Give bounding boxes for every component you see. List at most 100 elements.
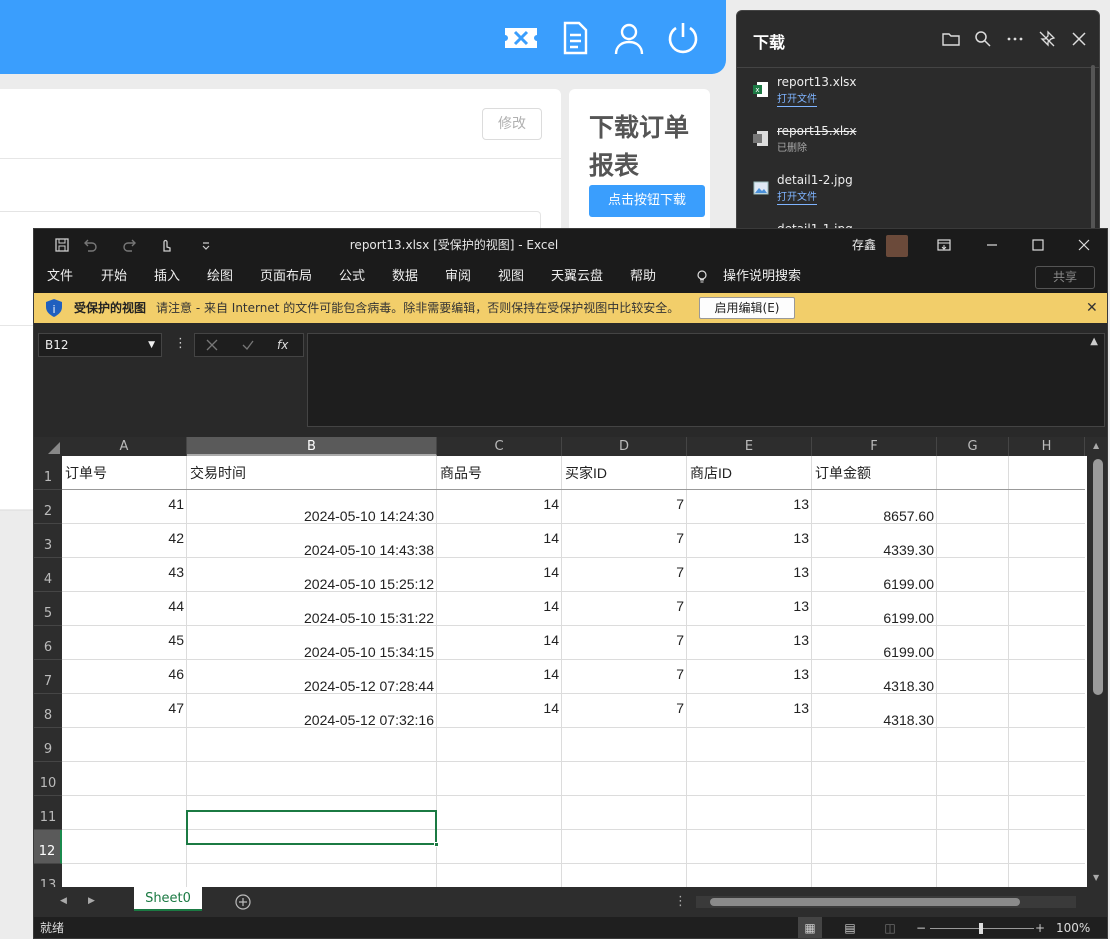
- zoom-out-icon[interactable]: −: [916, 917, 926, 938]
- table-cell[interactable]: 2024-05-10 15:31:22: [187, 592, 437, 626]
- tab-home[interactable]: 开始: [101, 261, 127, 293]
- table-cell[interactable]: 2024-05-10 15:34:15: [187, 626, 437, 660]
- row-header[interactable]: 9: [34, 728, 62, 762]
- open-file-link[interactable]: 打开文件: [777, 93, 817, 107]
- header-cell[interactable]: 订单金额: [812, 456, 937, 490]
- table-cell[interactable]: 2024-05-12 07:28:44: [187, 660, 437, 694]
- table-cell[interactable]: 43: [62, 558, 187, 592]
- table-cell[interactable]: 2024-05-10 14:24:30: [187, 490, 437, 524]
- active-cell[interactable]: [186, 810, 437, 845]
- scrollbar[interactable]: [1091, 65, 1095, 235]
- table-cell[interactable]: 46: [62, 660, 187, 694]
- table-cell[interactable]: 13: [687, 490, 812, 524]
- row-header[interactable]: 8: [34, 694, 62, 728]
- table-cell[interactable]: 7: [562, 592, 687, 626]
- table-cell[interactable]: 4318.30: [812, 694, 937, 728]
- share-button[interactable]: 共享: [1035, 266, 1095, 289]
- ticket-icon[interactable]: [503, 20, 539, 56]
- zoom-slider-thumb[interactable]: [979, 923, 983, 934]
- row-header[interactable]: 10: [34, 762, 62, 796]
- table-cell[interactable]: 13: [687, 694, 812, 728]
- maximize-icon[interactable]: [1030, 237, 1046, 253]
- table-cell[interactable]: 13: [687, 626, 812, 660]
- table-cell[interactable]: 7: [562, 626, 687, 660]
- row-header[interactable]: 11: [34, 796, 62, 830]
- table-cell[interactable]: 14: [437, 660, 562, 694]
- open-file-link[interactable]: 打开文件: [777, 191, 817, 205]
- download-item[interactable]: report15.xlsx 已删除: [753, 122, 1083, 166]
- close-icon[interactable]: [1069, 29, 1089, 49]
- folder-icon[interactable]: [941, 29, 961, 49]
- table-cell[interactable]: 41: [62, 490, 187, 524]
- scroll-down-icon[interactable]: ▼: [1093, 873, 1099, 882]
- more-icon[interactable]: [1005, 29, 1025, 49]
- document-icon[interactable]: [557, 20, 593, 56]
- table-cell[interactable]: 2024-05-12 07:32:16: [187, 694, 437, 728]
- column-header[interactable]: E: [687, 437, 812, 456]
- check-icon[interactable]: [241, 338, 255, 352]
- tab-page-layout[interactable]: 页面布局: [260, 261, 312, 293]
- scroll-thumb[interactable]: [1093, 459, 1103, 695]
- header-cell[interactable]: 商店ID: [687, 456, 812, 490]
- scroll-up-icon[interactable]: ▲: [1093, 441, 1099, 450]
- tab-review[interactable]: 审阅: [445, 261, 471, 293]
- table-cell[interactable]: 47: [62, 694, 187, 728]
- normal-view-icon[interactable]: ▦: [798, 917, 822, 938]
- column-header[interactable]: F: [812, 437, 937, 456]
- zoom-in-icon[interactable]: +: [1035, 917, 1045, 938]
- table-cell[interactable]: 6199.00: [812, 592, 937, 626]
- tab-file[interactable]: 文件: [47, 261, 73, 293]
- table-cell[interactable]: 14: [437, 626, 562, 660]
- tab-insert[interactable]: 插入: [154, 261, 180, 293]
- next-sheet-icon[interactable]: ▶: [88, 887, 95, 915]
- table-cell[interactable]: 7: [562, 490, 687, 524]
- table-cell[interactable]: 6199.00: [812, 626, 937, 660]
- tab-data[interactable]: 数据: [392, 261, 418, 293]
- sheet-tab[interactable]: Sheet0: [134, 887, 202, 911]
- table-cell[interactable]: 14: [437, 490, 562, 524]
- row-header[interactable]: 3: [34, 524, 62, 558]
- scroll-thumb[interactable]: [710, 898, 1020, 906]
- column-header[interactable]: G: [937, 437, 1009, 456]
- table-cell[interactable]: 4339.30: [812, 524, 937, 558]
- enable-editing-button[interactable]: 启用编辑(E): [699, 297, 795, 319]
- table-cell[interactable]: 7: [562, 524, 687, 558]
- table-cell[interactable]: 14: [437, 592, 562, 626]
- table-cell[interactable]: 8657.60: [812, 490, 937, 524]
- download-button[interactable]: 点击按钮下载: [589, 185, 705, 217]
- column-header[interactable]: B: [187, 437, 437, 456]
- row-header[interactable]: 12: [34, 830, 62, 864]
- header-cell[interactable]: 商品号: [437, 456, 562, 490]
- table-cell[interactable]: 13: [687, 660, 812, 694]
- tab-formulas[interactable]: 公式: [339, 261, 365, 293]
- header-cell[interactable]: 订单号: [62, 456, 187, 490]
- table-cell[interactable]: 42: [62, 524, 187, 558]
- row-header[interactable]: 4: [34, 558, 62, 592]
- more-icon[interactable]: ⋮: [174, 333, 187, 355]
- tab-cloud-drive[interactable]: 天翼云盘: [551, 261, 603, 293]
- row-header[interactable]: 13: [34, 864, 62, 887]
- row-header[interactable]: 2: [34, 490, 62, 524]
- row-header[interactable]: 7: [34, 660, 62, 694]
- name-box[interactable]: B12 ▼: [38, 333, 162, 357]
- table-cell[interactable]: 7: [562, 660, 687, 694]
- close-icon[interactable]: [1076, 237, 1092, 253]
- column-header[interactable]: H: [1009, 437, 1085, 456]
- row-header[interactable]: 5: [34, 592, 62, 626]
- formula-input[interactable]: ▲: [307, 333, 1105, 427]
- page-break-view-icon[interactable]: ◫: [878, 917, 902, 938]
- cancel-icon[interactable]: [205, 338, 219, 352]
- fill-handle[interactable]: [434, 842, 439, 847]
- vertical-scrollbar[interactable]: ▲ ▼: [1087, 437, 1107, 887]
- column-header[interactable]: A: [62, 437, 187, 456]
- table-cell[interactable]: 7: [562, 558, 687, 592]
- header-cell[interactable]: 买家ID: [562, 456, 687, 490]
- tab-draw[interactable]: 绘图: [207, 261, 233, 293]
- user-name[interactable]: 存鑫: [852, 229, 876, 261]
- unpin-icon[interactable]: [1037, 29, 1057, 49]
- insert-function-icon[interactable]: fx: [277, 334, 288, 356]
- close-icon[interactable]: ✕: [1086, 293, 1098, 323]
- table-cell[interactable]: 2024-05-10 14:43:38: [187, 524, 437, 558]
- tab-help[interactable]: 帮助: [630, 261, 656, 293]
- table-cell[interactable]: 7: [562, 694, 687, 728]
